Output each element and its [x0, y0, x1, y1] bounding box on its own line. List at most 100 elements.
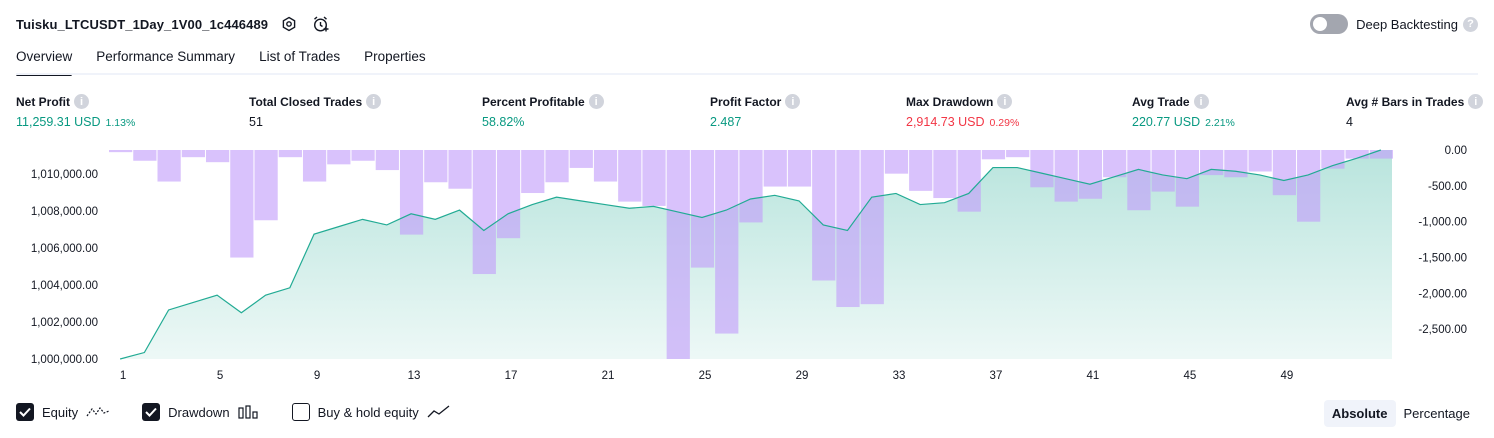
equity-label: Equity — [42, 404, 79, 420]
metric-label: Total Closed Trades — [249, 94, 363, 109]
right-axis-tick: -2,500.00 — [1418, 324, 1467, 336]
drawdown-bar — [254, 150, 278, 221]
drawdown-bar — [593, 150, 618, 182]
drawdown-bar — [496, 150, 521, 239]
strategy-header: Tuisku_LTCUSDT_1Day_1V00_1c446489 — [16, 12, 332, 36]
tab-overview[interactable]: Overview — [16, 44, 73, 76]
metric-percent: 0.29% — [989, 117, 1020, 129]
drawdown-bar — [569, 150, 593, 168]
info-icon[interactable]: i — [74, 94, 89, 109]
drawdown-bar — [1006, 150, 1030, 158]
drawdown-bar — [278, 150, 302, 158]
metric-max-drawdown: Max Drawdown i 2,914.73 USD 0.29% — [906, 94, 1019, 129]
drawdown-bar — [1200, 150, 1224, 176]
metric-percent: 1.13% — [105, 117, 136, 129]
info-icon[interactable]: i — [1468, 94, 1484, 109]
info-icon[interactable]: i — [785, 94, 801, 109]
tab-properties[interactable]: Properties — [364, 44, 426, 74]
buy-hold-checkbox[interactable] — [291, 403, 310, 421]
absolute-button[interactable]: Absolute — [1323, 400, 1396, 427]
drawdown-bar — [302, 150, 327, 182]
drawdown-bar — [1054, 150, 1078, 202]
drawdown-bar — [1030, 150, 1054, 188]
x-axis-tick: 41 — [1087, 370, 1100, 382]
drawdown-bar — [472, 150, 496, 275]
drawdown-bar — [521, 150, 545, 194]
drawdown-bar — [1297, 150, 1321, 222]
drawdown-bar — [448, 150, 472, 189]
buy-hold-label: Buy & hold equity — [317, 404, 419, 420]
left-axis-tick: 1,006,000.00 — [31, 243, 98, 255]
metric-label: Avg Trade — [1132, 94, 1190, 109]
equity-checkbox[interactable] — [16, 403, 34, 421]
strategy-title: Tuisku_LTCUSDT_1Day_1V00_1c446489 — [16, 16, 269, 32]
metric-value: 11,259.31 USD — [16, 115, 101, 129]
metric-total-closed-trades: Total Closed Trades i 51 — [249, 94, 382, 129]
drawdown-bar — [618, 150, 642, 202]
drawdown-label: Drawdown — [168, 404, 230, 420]
drawdown-bar — [1151, 150, 1175, 192]
drawdown-bar — [230, 150, 254, 258]
drawdown-bar — [351, 150, 375, 161]
x-axis-tick: 33 — [893, 370, 906, 382]
buy-hold-line-icon — [427, 405, 451, 419]
x-axis-tick: 25 — [699, 370, 712, 382]
drawdown-bar — [715, 150, 739, 334]
right-axis-tick: -2,000.00 — [1418, 288, 1467, 300]
legend-equity[interactable]: Equity — [16, 403, 110, 421]
drawdown-bar — [787, 150, 812, 187]
deep-backtesting: Deep Backtesting ? — [1310, 12, 1478, 36]
drawdown-bar — [327, 150, 351, 165]
add-alert-icon[interactable] — [310, 13, 332, 35]
equity-drawdown-chart[interactable]: 1,000,000.00 1,002,000.00 1,004,000.00 1,00… — [0, 140, 1494, 392]
chart-legend: Equity Drawdown Buy & hold equity — [16, 403, 483, 421]
drawdown-bar — [109, 150, 133, 153]
drawdown-bar — [1345, 150, 1369, 159]
info-icon[interactable]: i — [997, 94, 1013, 109]
settings-icon[interactable] — [278, 13, 300, 35]
drawdown-bar — [1248, 150, 1272, 172]
drawdown-bar — [181, 150, 205, 158]
drawdown-bar — [424, 150, 448, 183]
legend-buy-hold-equity[interactable]: Buy & hold equity — [291, 403, 451, 421]
metric-label: Percent Profitable — [482, 94, 585, 109]
x-axis-tick: 49 — [1280, 370, 1293, 382]
metric-label: Max Drawdown — [906, 94, 994, 109]
metric-value: 220.77 USD — [1132, 115, 1201, 129]
metric-value: 4 — [1346, 115, 1353, 129]
info-icon[interactable]: i — [588, 94, 604, 109]
tab-list-of-trades[interactable]: List of Trades — [259, 44, 340, 74]
info-icon[interactable]: i — [366, 94, 382, 109]
right-axis-tick: 0.00 — [1445, 145, 1467, 157]
tab-bar: Overview Performance Summary List of Tra… — [16, 44, 450, 76]
drawdown-bar — [545, 150, 569, 183]
legend-drawdown[interactable]: Drawdown — [142, 403, 259, 421]
scale-mode-switch: Absolute Percentage — [1323, 400, 1479, 427]
metric-value: 2.487 — [710, 115, 742, 129]
help-icon[interactable]: ? — [1463, 16, 1478, 32]
drawdown-bar — [399, 150, 424, 235]
tab-performance-summary[interactable]: Performance Summary — [96, 44, 235, 74]
metric-avg-trade: Avg Trade i 220.77 USD 2.21% — [1132, 94, 1235, 129]
x-axis-tick: 21 — [602, 370, 615, 382]
drawdown-bar — [205, 150, 230, 163]
left-axis-tick: 1,002,000.00 — [31, 317, 98, 329]
drawdown-bar — [642, 150, 666, 206]
percentage-button[interactable]: Percentage — [1396, 400, 1479, 427]
metric-label: Profit Factor — [710, 94, 782, 109]
drawdown-bar — [812, 150, 836, 281]
right-axis-tick: -500.00 — [1428, 181, 1467, 193]
drawdown-bar — [157, 150, 181, 182]
drawdown-bar — [375, 150, 399, 171]
drawdown-bar — [933, 150, 957, 199]
metric-percent-profitable: Percent Profitable i 58.82% — [482, 94, 604, 129]
info-icon[interactable]: i — [1193, 94, 1209, 109]
metric-label: Net Profit — [16, 94, 70, 109]
left-axis-tick: 1,000,000.00 — [31, 354, 98, 366]
drawdown-bar — [763, 150, 787, 187]
toggle-knob — [1313, 17, 1328, 31]
drawdown-checkbox[interactable] — [142, 403, 161, 421]
metric-value: 51 — [249, 115, 263, 129]
deep-backtesting-toggle[interactable] — [1310, 14, 1349, 34]
x-axis-tick: 17 — [505, 370, 518, 382]
